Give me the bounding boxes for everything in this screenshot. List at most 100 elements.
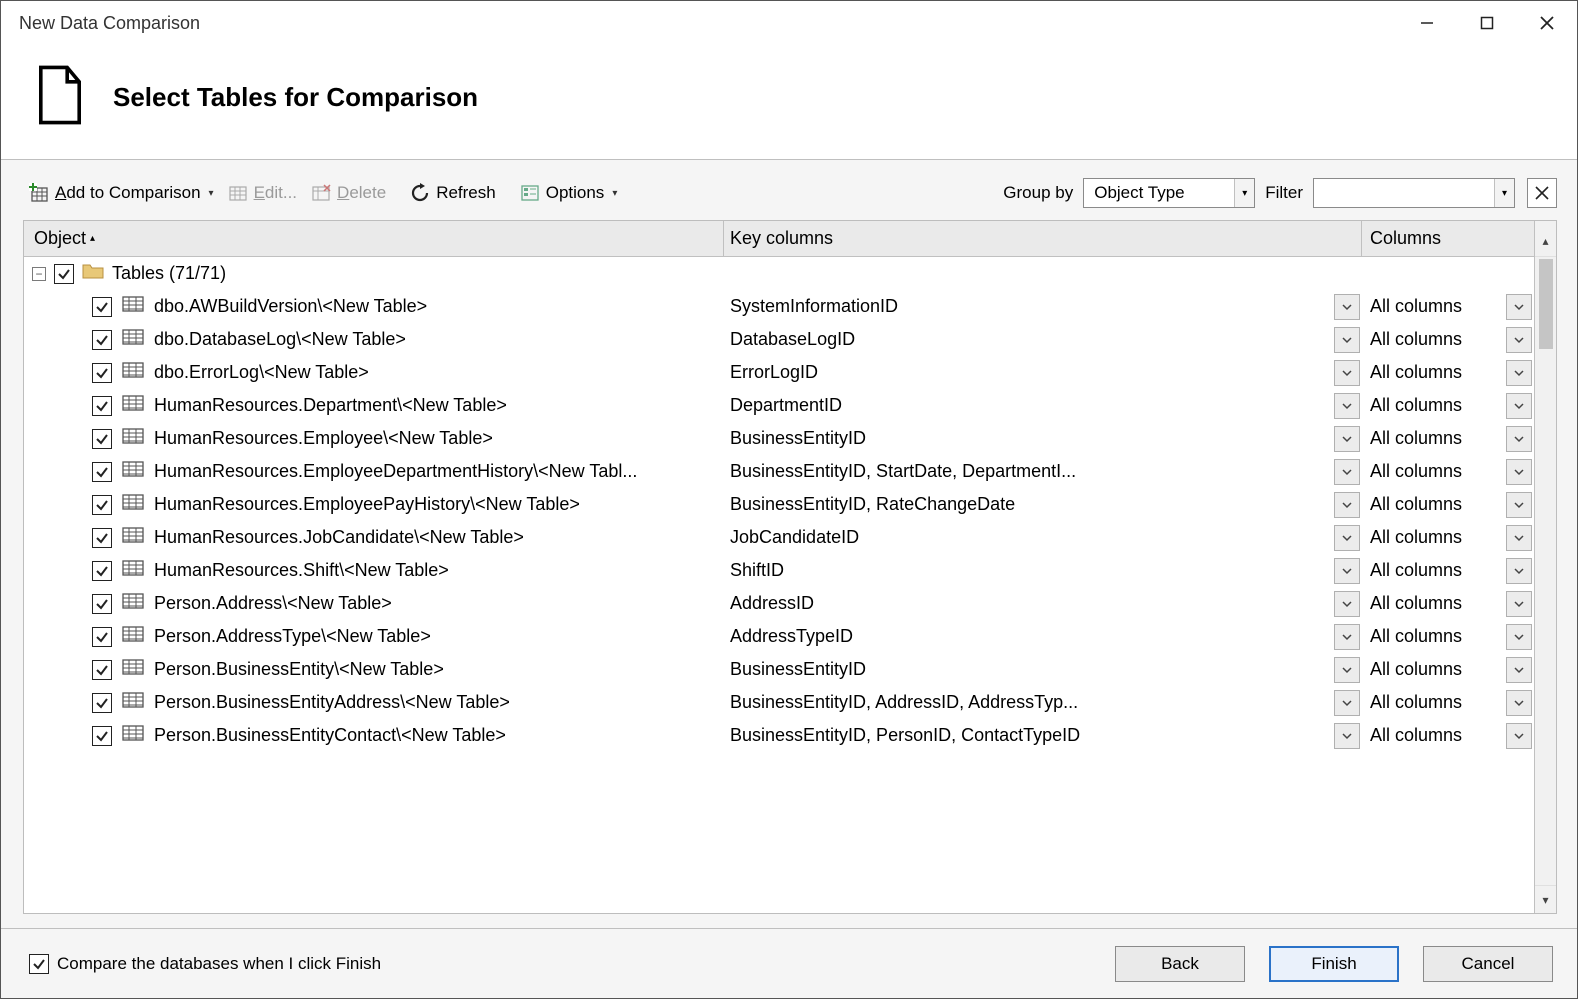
columns-dropdown[interactable]	[1506, 294, 1532, 320]
columns-dropdown[interactable]	[1506, 360, 1532, 386]
checkbox-icon[interactable]	[92, 594, 112, 614]
table-row[interactable]: HumanResources.EmployeePayHistory\<New T…	[24, 488, 1534, 521]
clear-filter-button[interactable]	[1527, 178, 1557, 208]
scroll-thumb[interactable]	[1539, 259, 1553, 349]
columns-dropdown[interactable]	[1506, 558, 1532, 584]
table-row[interactable]: HumanResources.Shift\<New Table>ShiftIDA…	[24, 554, 1534, 587]
key-dropdown[interactable]	[1334, 657, 1360, 683]
columns-dropdown[interactable]	[1506, 591, 1532, 617]
checkbox-icon[interactable]	[92, 561, 112, 581]
minimize-button[interactable]	[1397, 1, 1457, 45]
close-button[interactable]	[1517, 1, 1577, 45]
key-columns: JobCandidateID	[730, 527, 1328, 548]
checkbox-icon[interactable]	[92, 462, 112, 482]
folder-icon	[82, 262, 104, 285]
table-row[interactable]: HumanResources.EmployeeDepartmentHistory…	[24, 455, 1534, 488]
columns-dropdown[interactable]	[1506, 624, 1532, 650]
columns-dropdown[interactable]	[1506, 492, 1532, 518]
edit-button[interactable]: Edit...	[222, 181, 303, 205]
key-dropdown[interactable]	[1334, 393, 1360, 419]
table-row[interactable]: HumanResources.Employee\<New Table> Busin…	[24, 422, 1534, 455]
refresh-button[interactable]: Refresh	[404, 181, 502, 205]
columns-dropdown[interactable]	[1506, 327, 1532, 353]
checkbox-icon	[29, 954, 49, 974]
checkbox-icon[interactable]	[92, 297, 112, 317]
column-header-columns[interactable]: Columns	[1362, 221, 1534, 256]
collapse-icon[interactable]: −	[32, 267, 46, 281]
checkbox-icon[interactable]	[92, 330, 112, 350]
columns-value: All columns	[1370, 296, 1506, 317]
table-icon	[122, 724, 144, 747]
checkbox-icon[interactable]	[92, 495, 112, 515]
table-icon	[122, 559, 144, 582]
key-dropdown[interactable]	[1334, 426, 1360, 452]
scroll-down-icon[interactable]: ▾	[1535, 885, 1556, 913]
scroll-up-icon[interactable]: ▴	[1535, 221, 1556, 257]
key-columns: BusinessEntityID	[730, 428, 1328, 449]
columns-dropdown[interactable]	[1506, 690, 1532, 716]
columns-dropdown[interactable]	[1506, 459, 1532, 485]
add-to-comparison-button[interactable]: Add to Comparison ▾	[23, 181, 220, 205]
checkbox-icon[interactable]	[92, 429, 112, 449]
key-dropdown[interactable]	[1334, 591, 1360, 617]
table-row[interactable]: HumanResources.Department\<New Table>Dep…	[24, 389, 1534, 422]
object-name: Person.Address\<New Table>	[154, 593, 392, 614]
columns-dropdown[interactable]	[1506, 723, 1532, 749]
columns-dropdown[interactable]	[1506, 525, 1532, 551]
columns-dropdown[interactable]	[1506, 426, 1532, 452]
cancel-button[interactable]: Cancel	[1423, 946, 1553, 982]
title-bar: New Data Comparison	[1, 1, 1577, 45]
key-dropdown[interactable]	[1334, 459, 1360, 485]
maximize-button[interactable]	[1457, 1, 1517, 45]
key-dropdown[interactable]	[1334, 360, 1360, 386]
columns-dropdown[interactable]	[1506, 657, 1532, 683]
checkbox-icon[interactable]	[54, 264, 74, 284]
checkbox-icon[interactable]	[92, 396, 112, 416]
table-row[interactable]: dbo.AWBuildVersion\<New Table>SystemInfo…	[24, 290, 1534, 323]
checkbox-icon[interactable]	[92, 660, 112, 680]
columns-dropdown[interactable]	[1506, 393, 1532, 419]
table-row[interactable]: HumanResources.JobCandidate\<New Table>J…	[24, 521, 1534, 554]
key-dropdown[interactable]	[1334, 525, 1360, 551]
group-row-tables[interactable]: −Tables (71/71)	[24, 257, 1534, 290]
chevron-down-icon[interactable]: ▾	[1494, 179, 1514, 207]
groupby-dropdown[interactable]: Object Type ▾	[1083, 178, 1255, 208]
delete-grid-icon	[311, 183, 331, 203]
options-button[interactable]: Options ▾	[514, 181, 624, 205]
key-columns: BusinessEntityID, RateChangeDate	[730, 494, 1328, 515]
options-icon	[520, 183, 540, 203]
key-columns: BusinessEntityID, AddressID, AddressTyp.…	[730, 692, 1328, 713]
checkbox-icon[interactable]	[92, 693, 112, 713]
page-title: Select Tables for Comparison	[113, 82, 478, 113]
grid-body: −Tables (71/71)dbo.AWBuildVersion\<New T…	[24, 257, 1534, 913]
key-dropdown[interactable]	[1334, 624, 1360, 650]
checkbox-icon[interactable]	[92, 726, 112, 746]
table-icon	[122, 361, 144, 384]
table-row[interactable]: Person.BusinessEntity\<New Table>Busines…	[24, 653, 1534, 686]
key-dropdown[interactable]	[1334, 558, 1360, 584]
checkbox-icon[interactable]	[92, 627, 112, 647]
table-row[interactable]: Person.AddressType\<New Table>AddressTyp…	[24, 620, 1534, 653]
object-name: HumanResources.Employee\<New Table>	[154, 428, 493, 449]
column-header-key[interactable]: Key columns	[724, 221, 1362, 256]
key-dropdown[interactable]	[1334, 294, 1360, 320]
table-row[interactable]: dbo.ErrorLog\<New Table>ErrorLogIDAll co…	[24, 356, 1534, 389]
object-name: HumanResources.EmployeePayHistory\<New T…	[154, 494, 580, 515]
delete-button[interactable]: Delete	[305, 181, 392, 205]
column-header-object[interactable]: Object ▴	[24, 221, 724, 256]
compare-on-finish-checkbox[interactable]: Compare the databases when I click Finis…	[29, 954, 381, 974]
vertical-scrollbar[interactable]: ▴ ▾	[1534, 221, 1556, 913]
finish-button[interactable]: Finish	[1269, 946, 1399, 982]
key-dropdown[interactable]	[1334, 327, 1360, 353]
table-row[interactable]: dbo.DatabaseLog\<New Table>DatabaseLogID…	[24, 323, 1534, 356]
filter-input[interactable]	[1314, 179, 1494, 207]
back-button[interactable]: Back	[1115, 946, 1245, 982]
key-dropdown[interactable]	[1334, 723, 1360, 749]
key-dropdown[interactable]	[1334, 690, 1360, 716]
checkbox-icon[interactable]	[92, 528, 112, 548]
table-row[interactable]: Person.Address\<New Table>AddressIDAll c…	[24, 587, 1534, 620]
table-row[interactable]: Person.BusinessEntityAddress\<New Table>…	[24, 686, 1534, 719]
checkbox-icon[interactable]	[92, 363, 112, 383]
table-row[interactable]: Person.BusinessEntityContact\<New Table>…	[24, 719, 1534, 752]
key-dropdown[interactable]	[1334, 492, 1360, 518]
